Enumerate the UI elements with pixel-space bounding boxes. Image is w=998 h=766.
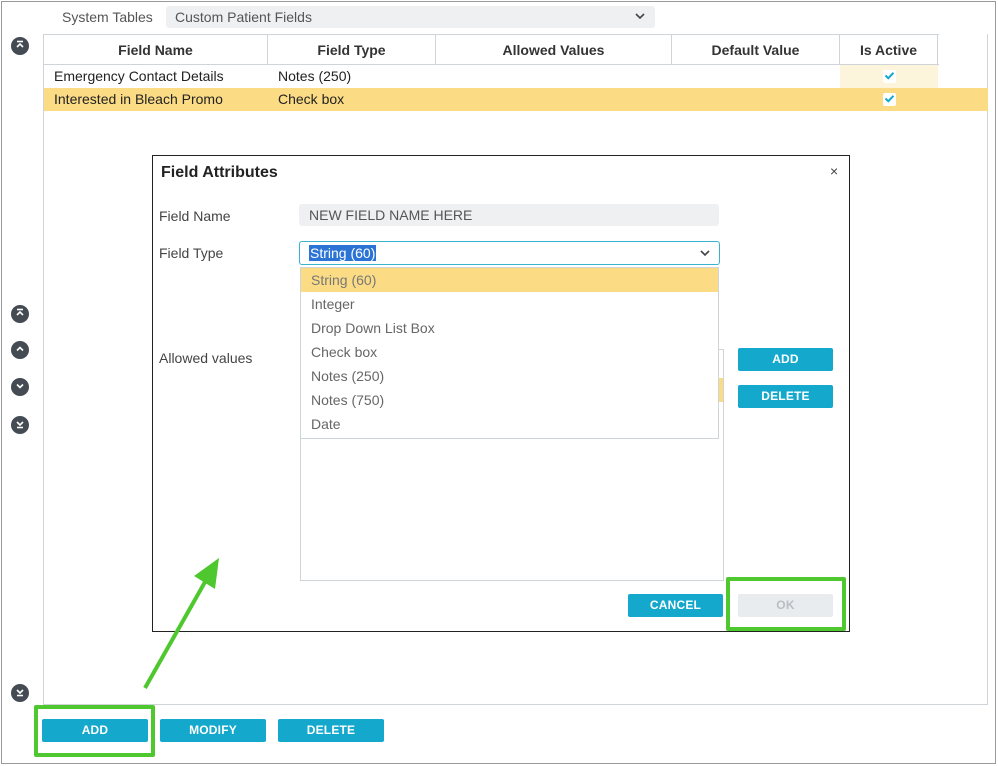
column-header-allowed-values[interactable]: Allowed Values [436, 35, 672, 65]
is-active-checkbox[interactable] [882, 93, 896, 106]
field-name-label: Field Name [159, 208, 231, 224]
cell-field-name: Interested in Bleach Promo [54, 91, 223, 107]
move-up-icon [14, 342, 26, 358]
delete-value-button[interactable]: DELETE [738, 385, 833, 408]
field-type-dropdown: String (60) Integer Drop Down List Box C… [300, 267, 719, 439]
modify-button[interactable]: MODIFY [160, 719, 266, 742]
move-top-icon [14, 306, 26, 322]
table-row[interactable]: Emergency Contact Details Notes (250) [44, 65, 988, 88]
cell-default-value [672, 88, 840, 111]
cell-default-value [672, 65, 840, 88]
field-type-select[interactable]: String (60) [299, 241, 720, 265]
dropdown-option[interactable]: Date [301, 412, 718, 436]
chevron-down-icon [699, 246, 711, 262]
move-down-button[interactable] [11, 378, 29, 396]
system-tables-label: System Tables [62, 9, 153, 25]
cancel-button[interactable]: CANCEL [628, 594, 723, 617]
move-top-icon [14, 38, 26, 54]
move-bottom-button-2[interactable] [11, 684, 29, 702]
add-value-button[interactable]: ADD [738, 348, 833, 371]
cell-allowed-values [436, 88, 672, 111]
field-attributes-dialog: Field Attributes × Field Name NEW FIELD … [152, 155, 850, 632]
cell-field-type: Notes (250) [278, 68, 352, 84]
move-top-button-2[interactable] [11, 305, 29, 323]
dialog-title: Field Attributes [161, 164, 278, 181]
dropdown-option[interactable]: Notes (250) [301, 364, 718, 388]
checkmark-icon [884, 88, 895, 111]
cell-allowed-values [436, 65, 672, 88]
table-header: Field Name Field Type Allowed Values Def… [44, 34, 939, 65]
move-bottom-icon [14, 685, 26, 701]
cell-is-active [840, 88, 938, 111]
cell-is-active [840, 65, 938, 88]
chevron-down-icon [634, 9, 646, 25]
cell-field-type: Check box [278, 91, 345, 107]
column-header-field-type[interactable]: Field Type [268, 35, 436, 65]
add-button-highlight [34, 705, 155, 757]
table-row-selected[interactable]: Interested in Bleach Promo Check box [44, 88, 988, 111]
table-select[interactable]: Custom Patient Fields [166, 6, 655, 28]
ok-button-highlight [726, 577, 846, 631]
column-header-default-value[interactable]: Default Value [672, 35, 840, 65]
dropdown-option[interactable]: Check box [301, 340, 718, 364]
is-active-checkbox[interactable] [882, 70, 896, 83]
move-top-button[interactable] [11, 37, 29, 55]
field-type-value: String (60) [309, 245, 377, 261]
checkmark-icon [884, 65, 895, 88]
column-header-field-name[interactable]: Field Name [44, 35, 268, 65]
table-select-value: Custom Patient Fields [175, 9, 312, 25]
cell-field-name: Emergency Contact Details [54, 68, 224, 84]
dropdown-option[interactable]: Drop Down List Box [301, 316, 718, 340]
move-bottom-button[interactable] [11, 416, 29, 434]
dropdown-option[interactable]: String (60) [301, 268, 718, 292]
move-down-icon [14, 379, 26, 395]
field-type-label: Field Type [159, 245, 224, 261]
close-icon[interactable]: × [830, 163, 838, 179]
column-header-is-active[interactable]: Is Active [840, 35, 938, 65]
dropdown-option[interactable]: Integer [301, 292, 718, 316]
dropdown-option[interactable]: Notes (750) [301, 388, 718, 412]
field-name-input[interactable]: NEW FIELD NAME HERE [299, 204, 719, 226]
move-up-button[interactable] [11, 341, 29, 359]
delete-button[interactable]: DELETE [278, 719, 384, 742]
move-bottom-icon [14, 417, 26, 433]
allowed-values-label: Allowed values [159, 350, 253, 366]
